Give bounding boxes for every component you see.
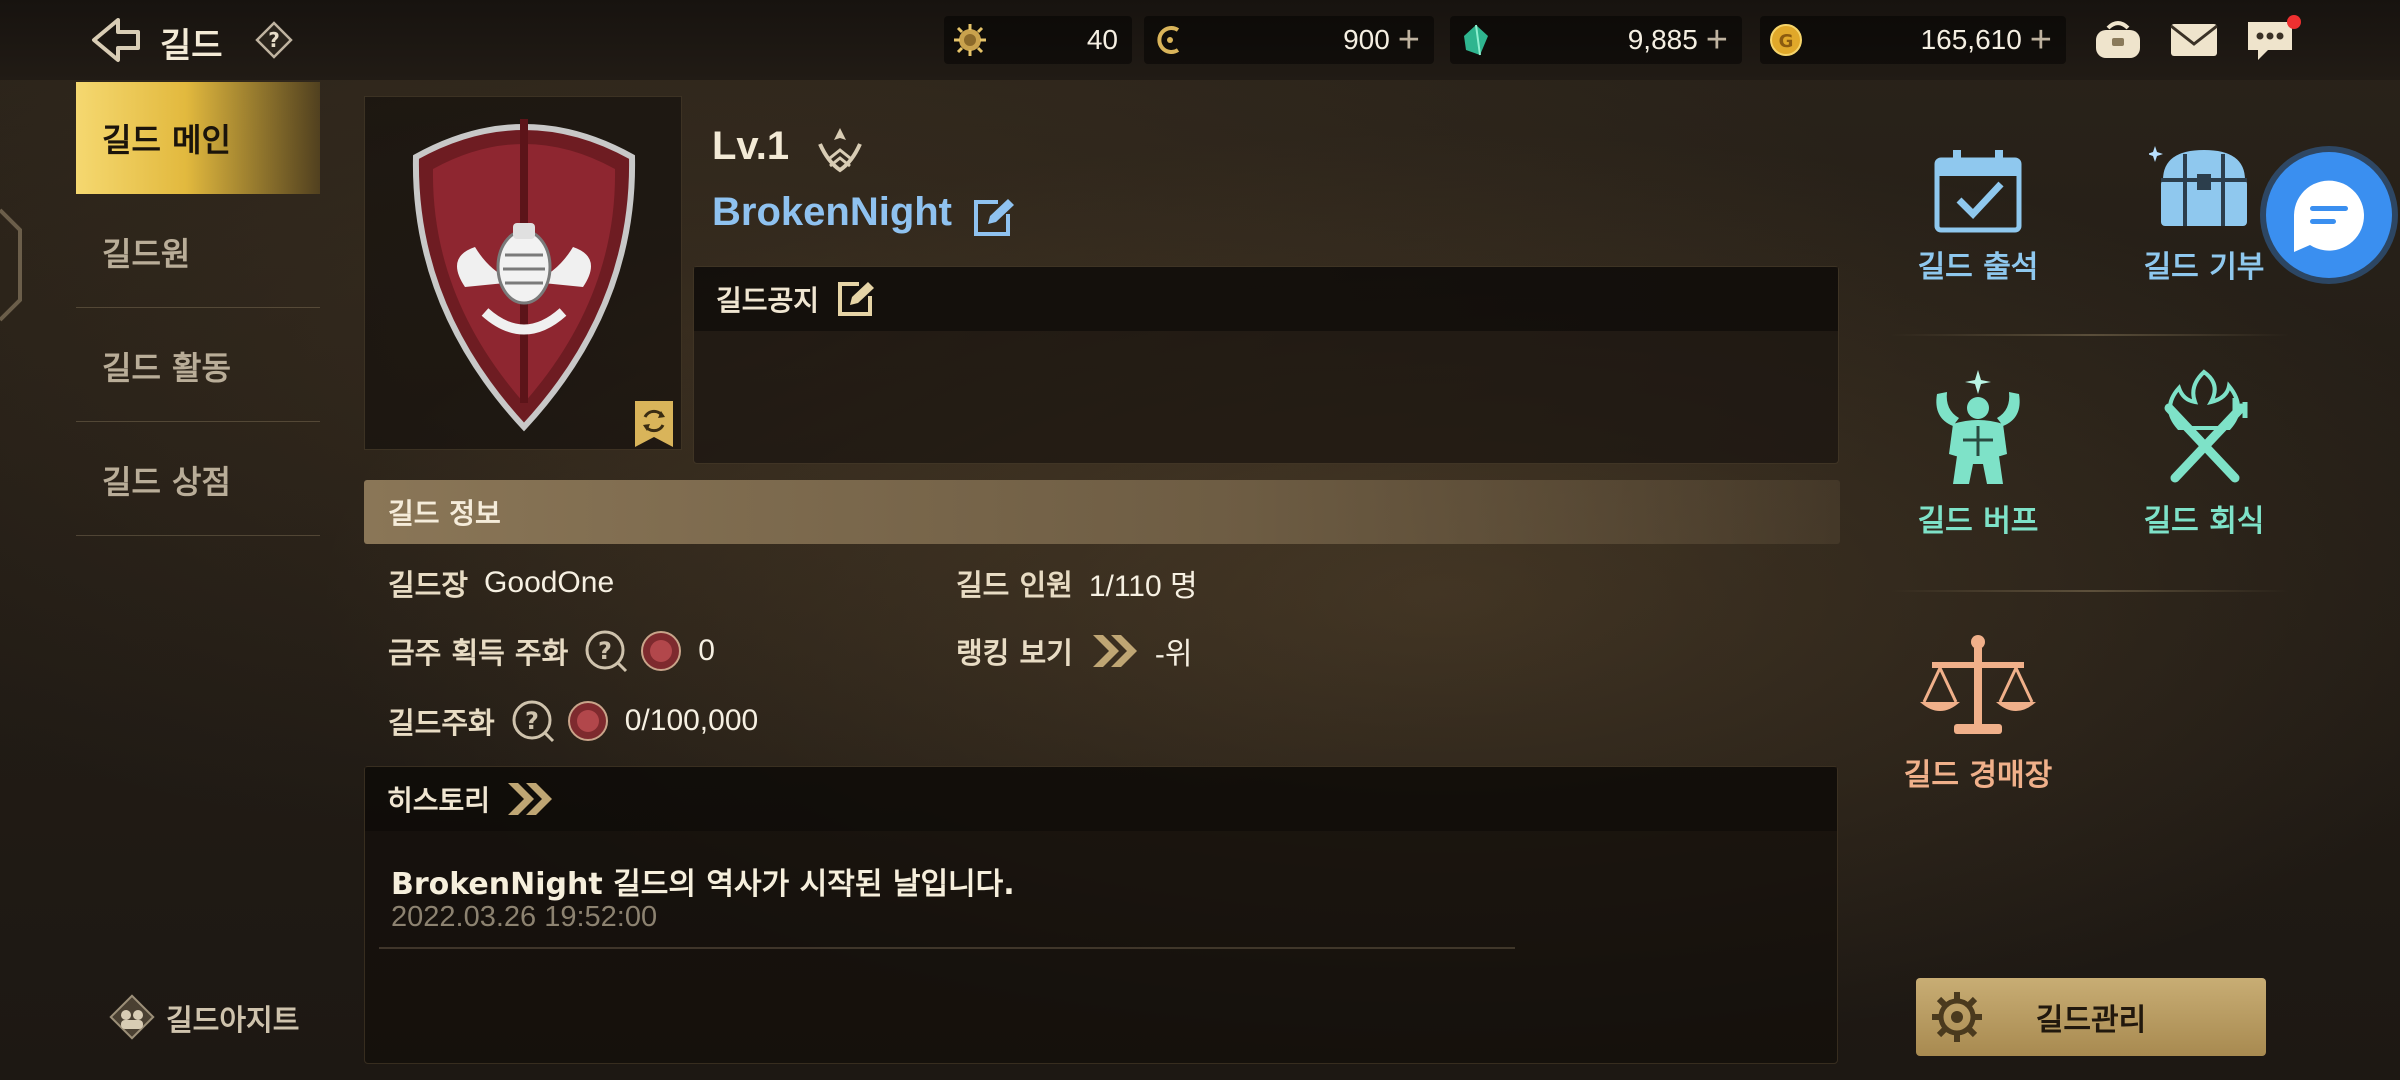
bag-icon[interactable] xyxy=(2090,14,2146,66)
sidebar-item-members[interactable]: 길드원 xyxy=(76,196,320,308)
chat-bubble-icon xyxy=(2294,180,2364,252)
guild-members-row: 길드 인원 1/110 명 xyxy=(956,558,1198,608)
sidebar-item-label: 길드 상점 xyxy=(102,462,231,501)
history-divider xyxy=(379,947,1515,949)
menu-divider xyxy=(1890,590,2290,592)
svg-text:?: ? xyxy=(268,28,280,52)
edit-name-icon[interactable] xyxy=(970,196,1016,240)
donation-label: 길드 기부 xyxy=(2143,250,2265,285)
feast-label: 길드 회식 xyxy=(2143,504,2265,539)
floating-chat-button[interactable] xyxy=(2266,152,2392,278)
weekly-coin-value: 0 xyxy=(698,634,715,667)
guild-coin-row: 길드주화 ? 0/100,000 xyxy=(388,696,758,746)
guild-leader-row: 길드장 GoodOne xyxy=(388,558,614,608)
mail-icon[interactable] xyxy=(2166,14,2222,66)
guild-buff-button[interactable]: 길드 버프 xyxy=(1878,354,2078,554)
add-gem-button[interactable]: + xyxy=(1706,21,1728,59)
muscle-buff-icon xyxy=(1936,370,2020,484)
guild-notice-panel: 길드공지 xyxy=(693,266,1839,464)
ranking-row[interactable]: 랭킹 보기 -위 xyxy=(956,626,1192,676)
gold-counter[interactable]: G 165,610 + xyxy=(1760,16,2066,64)
edit-notice-icon[interactable] xyxy=(835,279,877,319)
calendar-check-icon xyxy=(1934,150,2022,233)
stamina-counter: 40 xyxy=(944,16,1132,64)
notice-header: 길드공지 xyxy=(694,267,1838,331)
stamina-icon xyxy=(954,24,986,56)
scales-icon xyxy=(1920,635,2036,734)
left-edge-decoration xyxy=(0,200,22,330)
treasure-chest-icon xyxy=(2149,146,2247,226)
add-crystal-button[interactable]: + xyxy=(1398,21,1420,59)
guild-level: Lv.1 xyxy=(712,124,790,168)
sidebar-item-activity[interactable]: 길드 활동 xyxy=(76,310,320,422)
sidebar-item-label: 길드 활동 xyxy=(102,348,231,387)
guild-auction-button[interactable]: 길드 경매장 xyxy=(1878,608,2078,808)
members-value: 1/110 명 xyxy=(1088,570,1198,603)
auction-label: 길드 경매장 xyxy=(1903,758,2053,793)
menu-divider xyxy=(1890,334,2290,336)
level-rank-icon xyxy=(808,122,872,178)
sidebar-item-label: 길드원 xyxy=(102,234,191,273)
guild-coin-help-icon[interactable]: ? xyxy=(511,699,555,743)
gem-value: 9,885 xyxy=(1627,24,1698,55)
guild-hideout-button[interactable]: 길드아지트 xyxy=(104,990,299,1046)
double-chevron-icon[interactable] xyxy=(504,779,556,819)
members-label: 길드 인원 xyxy=(956,568,1073,602)
history-header[interactable]: 히스토리 xyxy=(365,767,1837,831)
guild-coin-label: 길드주화 xyxy=(388,706,495,740)
svg-text:?: ? xyxy=(525,707,539,735)
sidebar-item-shop[interactable]: 길드 상점 xyxy=(76,424,320,536)
guild-attendance-button[interactable]: 길드 출석 xyxy=(1878,100,2078,300)
weekly-coin-help-icon[interactable]: ? xyxy=(584,629,628,673)
history-entry-text: BrokenNight 길드의 역사가 시작된 날입니다. xyxy=(391,867,1015,902)
guild-info-label: 길드 정보 xyxy=(388,497,501,530)
sidebar-item-guild-main[interactable]: 길드 메인 xyxy=(76,82,320,194)
guild-info-header: 길드 정보 xyxy=(364,480,1840,544)
leader-value: GoodOne xyxy=(484,566,615,599)
history-label: 히스토리 xyxy=(387,784,491,817)
guild-emblem xyxy=(412,119,636,432)
guild-coin-icon xyxy=(567,701,608,741)
svg-text:?: ? xyxy=(598,637,612,665)
svg-text:G: G xyxy=(1779,31,1794,52)
leader-label: 길드장 xyxy=(388,568,469,602)
sidebar-item-label: 길드 메인 xyxy=(102,121,231,159)
notification-dot xyxy=(2287,15,2301,29)
manage-label: 길드관리 xyxy=(2035,1003,2147,1038)
weekly-coin-row: 금주 획득 주화 ? 0 xyxy=(388,626,715,676)
crystal-value: 900 xyxy=(1343,24,1390,55)
gold-coin-icon: G xyxy=(1770,24,1802,56)
hideout-label: 길드아지트 xyxy=(166,1003,300,1037)
back-arrow-icon[interactable] xyxy=(88,14,144,66)
double-chevron-icon[interactable] xyxy=(1089,631,1141,671)
guild-coin-value: 0/100,000 xyxy=(624,704,759,737)
chat-icon[interactable] xyxy=(2242,14,2301,66)
add-gold-button[interactable]: + xyxy=(2030,21,2052,59)
help-icon[interactable]: ? xyxy=(254,20,294,60)
ranking-label: 랭킹 보기 xyxy=(956,636,1073,670)
gold-value: 165,610 xyxy=(1920,24,2022,55)
gem-counter[interactable]: 9,885 + xyxy=(1450,16,1742,64)
history-entry-date: 2022.03.26 19:52:00 xyxy=(391,901,658,933)
ranking-value: -위 xyxy=(1154,638,1193,671)
guild-feast-button[interactable]: 길드 회식 xyxy=(2104,354,2304,554)
guild-coin-icon xyxy=(641,631,682,671)
guild-name: BrokenNight xyxy=(712,190,952,234)
stamina-value: 40 xyxy=(1086,24,1118,55)
gear-icon xyxy=(1932,992,1982,1042)
change-emblem-icon[interactable] xyxy=(631,399,677,449)
attendance-label: 길드 출석 xyxy=(1917,250,2039,285)
hideout-icon xyxy=(109,994,155,1040)
gem-icon xyxy=(1464,24,1488,56)
guild-emblem-frame xyxy=(364,96,682,450)
history-panel: 히스토리 BrokenNight 길드의 역사가 시작된 날입니다. 2022.… xyxy=(364,766,1838,1064)
crossed-utensils-icon xyxy=(2164,369,2248,483)
guild-manage-button[interactable]: 길드관리 xyxy=(1916,978,2266,1056)
buff-label: 길드 버프 xyxy=(1917,504,2039,539)
notice-label: 길드공지 xyxy=(716,284,820,317)
crystal-counter[interactable]: 900 + xyxy=(1144,16,1434,64)
page-title: 길드 xyxy=(160,26,223,66)
c-coin-icon xyxy=(1157,26,1180,54)
weekly-coin-label: 금주 획득 주화 xyxy=(388,636,569,670)
